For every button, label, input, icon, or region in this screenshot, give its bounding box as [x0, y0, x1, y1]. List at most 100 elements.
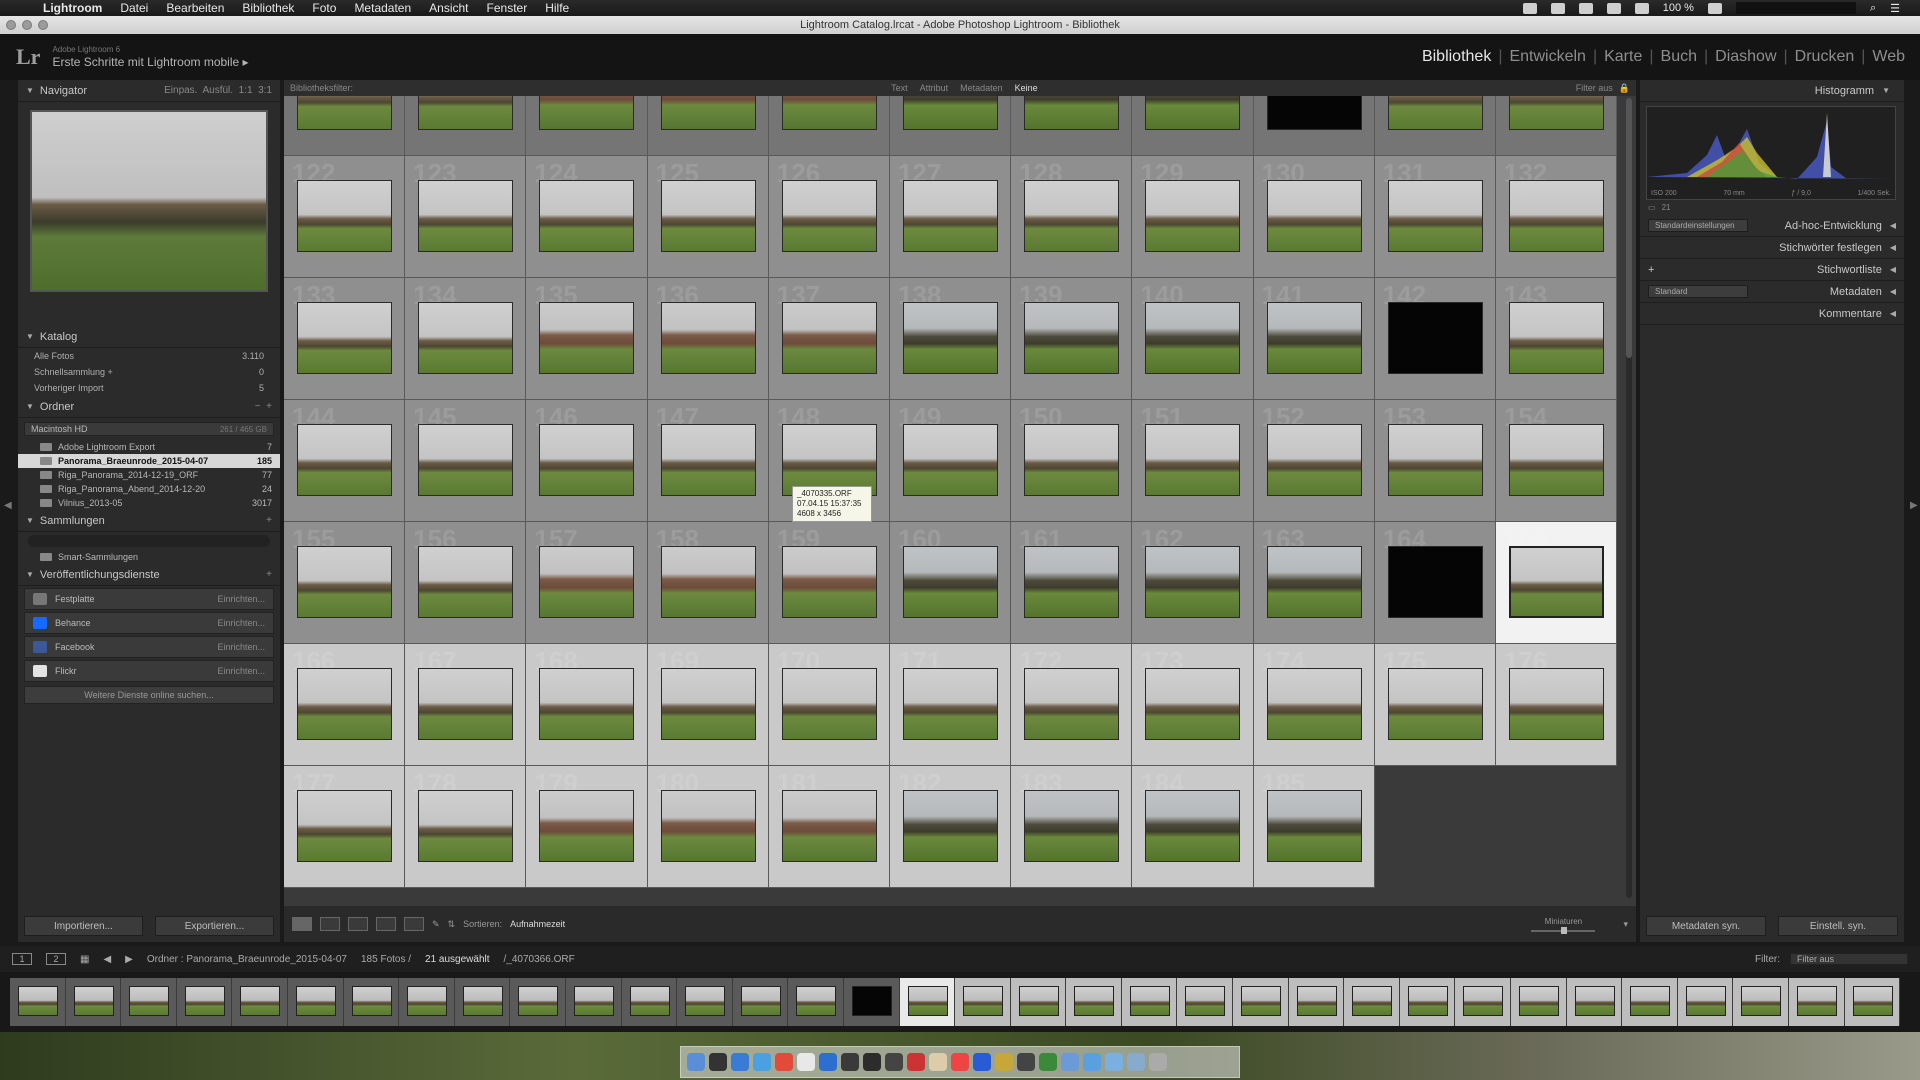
people-view-icon[interactable]: [404, 917, 424, 931]
grid-cell[interactable]: 180: [647, 766, 769, 888]
filmstrip-cell[interactable]: [1233, 978, 1289, 1026]
collections-filter-input[interactable]: [28, 535, 270, 547]
photo-thumbnail[interactable]: [781, 546, 877, 618]
grid-cell[interactable]: 141: [1253, 278, 1375, 400]
filmstrip-thumbnail[interactable]: [1352, 986, 1393, 1016]
menu-hilfe[interactable]: Hilfe: [536, 1, 578, 15]
filmstrip-cell[interactable]: [1789, 978, 1845, 1026]
filmstrip-thumbnail[interactable]: [518, 986, 559, 1016]
grid-cell[interactable]: 129: [1132, 156, 1254, 278]
folder-row-selected[interactable]: Panorama_Braeunrode_2015-04-07 185: [18, 454, 280, 468]
photo-thumbnail[interactable]: [660, 546, 756, 618]
dock-app-icon[interactable]: [995, 1053, 1013, 1071]
photo-thumbnail[interactable]: [1024, 180, 1120, 252]
photo-thumbnail[interactable]: [1145, 790, 1241, 862]
add-keyword-icon[interactable]: +: [1648, 264, 1654, 276]
grid-icon[interactable]: ▦: [80, 954, 89, 965]
grid-cell[interactable]: 158: [647, 522, 769, 644]
folder-row[interactable]: Vilnius_2013-05 3017: [18, 496, 280, 510]
grid-cell[interactable]: 142: [1374, 278, 1496, 400]
grid-cell[interactable]: 159: [768, 522, 890, 644]
grid-cell[interactable]: 115: [768, 96, 890, 156]
catalog-all-photos[interactable]: Alle Fotos 3.110: [18, 348, 280, 364]
folder-row[interactable]: Riga_Panorama_Abend_2014-12-20 24: [18, 482, 280, 496]
filmstrip-thumbnail[interactable]: [129, 986, 170, 1016]
photo-thumbnail[interactable]: [902, 790, 998, 862]
current-file[interactable]: /_4070366.ORF: [504, 954, 575, 965]
photo-thumbnail[interactable]: [297, 180, 392, 252]
photo-thumbnail[interactable]: [539, 424, 635, 496]
grid-cell[interactable]: 117: [1011, 96, 1133, 156]
minimize-window-button[interactable]: [22, 20, 32, 30]
grid-cell[interactable]: 146: [526, 400, 648, 522]
module-web[interactable]: Web: [1865, 48, 1912, 66]
dock-app-icon[interactable]: [1105, 1053, 1123, 1071]
grid-cell[interactable]: 123: [405, 156, 527, 278]
photo-thumbnail[interactable]: [1508, 424, 1604, 496]
filmstrip-cell[interactable]: [1511, 978, 1567, 1026]
module-karte[interactable]: Karte: [1597, 48, 1649, 66]
battery-icon[interactable]: [1707, 2, 1722, 14]
filmstrip-thumbnail[interactable]: [351, 986, 392, 1016]
filmstrip-cell[interactable]: [1622, 978, 1678, 1026]
comments-header[interactable]: Kommentare ◀: [1640, 303, 1904, 325]
menu-datei[interactable]: Datei: [111, 1, 157, 15]
status-icon[interactable]: [1522, 2, 1537, 14]
volume-macintosh-hd[interactable]: Macintosh HD 261 / 465 GB: [24, 422, 274, 436]
grid-cell[interactable]: 170: [768, 644, 890, 766]
photo-thumbnail[interactable]: [1266, 302, 1362, 374]
publish-flickr[interactable]: Flickr Einrichten...: [24, 660, 274, 682]
photo-thumbnail[interactable]: [418, 180, 514, 252]
folder-row[interactable]: Riga_Panorama_2014-12-19_ORF 77: [18, 468, 280, 482]
filmstrip-filter-select[interactable]: Filter aus: [1790, 953, 1908, 965]
filmstrip-thumbnail[interactable]: [1852, 986, 1893, 1016]
folder-row[interactable]: Adobe Lightroom Export 7: [18, 440, 280, 454]
photo-thumbnail[interactable]: [902, 668, 998, 740]
grid-cell[interactable]: 169: [647, 644, 769, 766]
zoom-3-1[interactable]: 3:1: [258, 85, 272, 96]
dock-app-icon[interactable]: [753, 1053, 771, 1071]
grid-cell[interactable]: 125: [647, 156, 769, 278]
sync-settings-button[interactable]: Einstell. syn.: [1778, 916, 1898, 936]
grid-cell[interactable]: 168: [526, 644, 648, 766]
photo-thumbnail[interactable]: [902, 180, 998, 252]
grid-cell[interactable]: 150: [1011, 400, 1133, 522]
filmstrip-thumbnail[interactable]: [1685, 986, 1726, 1016]
photo-thumbnail[interactable]: [902, 424, 998, 496]
filmstrip-thumbnail[interactable]: [573, 986, 614, 1016]
grid-cell[interactable]: 152: [1253, 400, 1375, 522]
filmstrip-thumbnail[interactable]: [685, 986, 726, 1016]
filmstrip-thumbnail[interactable]: [184, 986, 225, 1016]
zoom-window-button[interactable]: [38, 20, 48, 30]
filter-text[interactable]: Text: [885, 83, 914, 93]
grid-cell[interactable]: 130: [1253, 156, 1375, 278]
dock-app-icon[interactable]: [929, 1053, 947, 1071]
grid-cell[interactable]: 179: [526, 766, 648, 888]
grid-cell[interactable]: 157: [526, 522, 648, 644]
grid-cell[interactable]: 153: [1374, 400, 1496, 522]
filmstrip-thumbnail[interactable]: [629, 986, 670, 1016]
photo-thumbnail[interactable]: [418, 96, 514, 130]
grid-cell[interactable]: 174: [1253, 644, 1375, 766]
grid-cell[interactable]: 113: [526, 96, 648, 156]
dock-app-icon[interactable]: [841, 1053, 859, 1071]
folders-header[interactable]: ▼ Ordner − +: [18, 396, 280, 418]
dock-app-icon[interactable]: [819, 1053, 837, 1071]
grid-cell[interactable]: 133: [284, 278, 406, 400]
filmstrip-thumbnail[interactable]: [295, 986, 336, 1016]
volume-icon[interactable]: [1606, 2, 1621, 14]
thumbnail-size-slider[interactable]: Miniaturen: [1531, 917, 1596, 934]
collections-header[interactable]: ▼ Sammlungen +: [18, 510, 280, 532]
histogram-header[interactable]: Histogramm ▼: [1640, 80, 1904, 102]
sync-metadata-button[interactable]: Metadaten syn.: [1646, 916, 1766, 936]
wifi-icon[interactable]: [1634, 2, 1649, 14]
photo-thumbnail[interactable]: [1145, 96, 1241, 130]
grid-cell[interactable]: 139: [1011, 278, 1133, 400]
menu-ansicht[interactable]: Ansicht: [420, 1, 477, 15]
photo-thumbnail[interactable]: [418, 424, 514, 496]
module-diashow[interactable]: Diashow: [1708, 48, 1783, 66]
photo-thumbnail[interactable]: [297, 790, 392, 862]
photo-thumbnail[interactable]: [781, 180, 877, 252]
photo-thumbnail[interactable]: [1145, 424, 1241, 496]
dock-app-icon[interactable]: [775, 1053, 793, 1071]
